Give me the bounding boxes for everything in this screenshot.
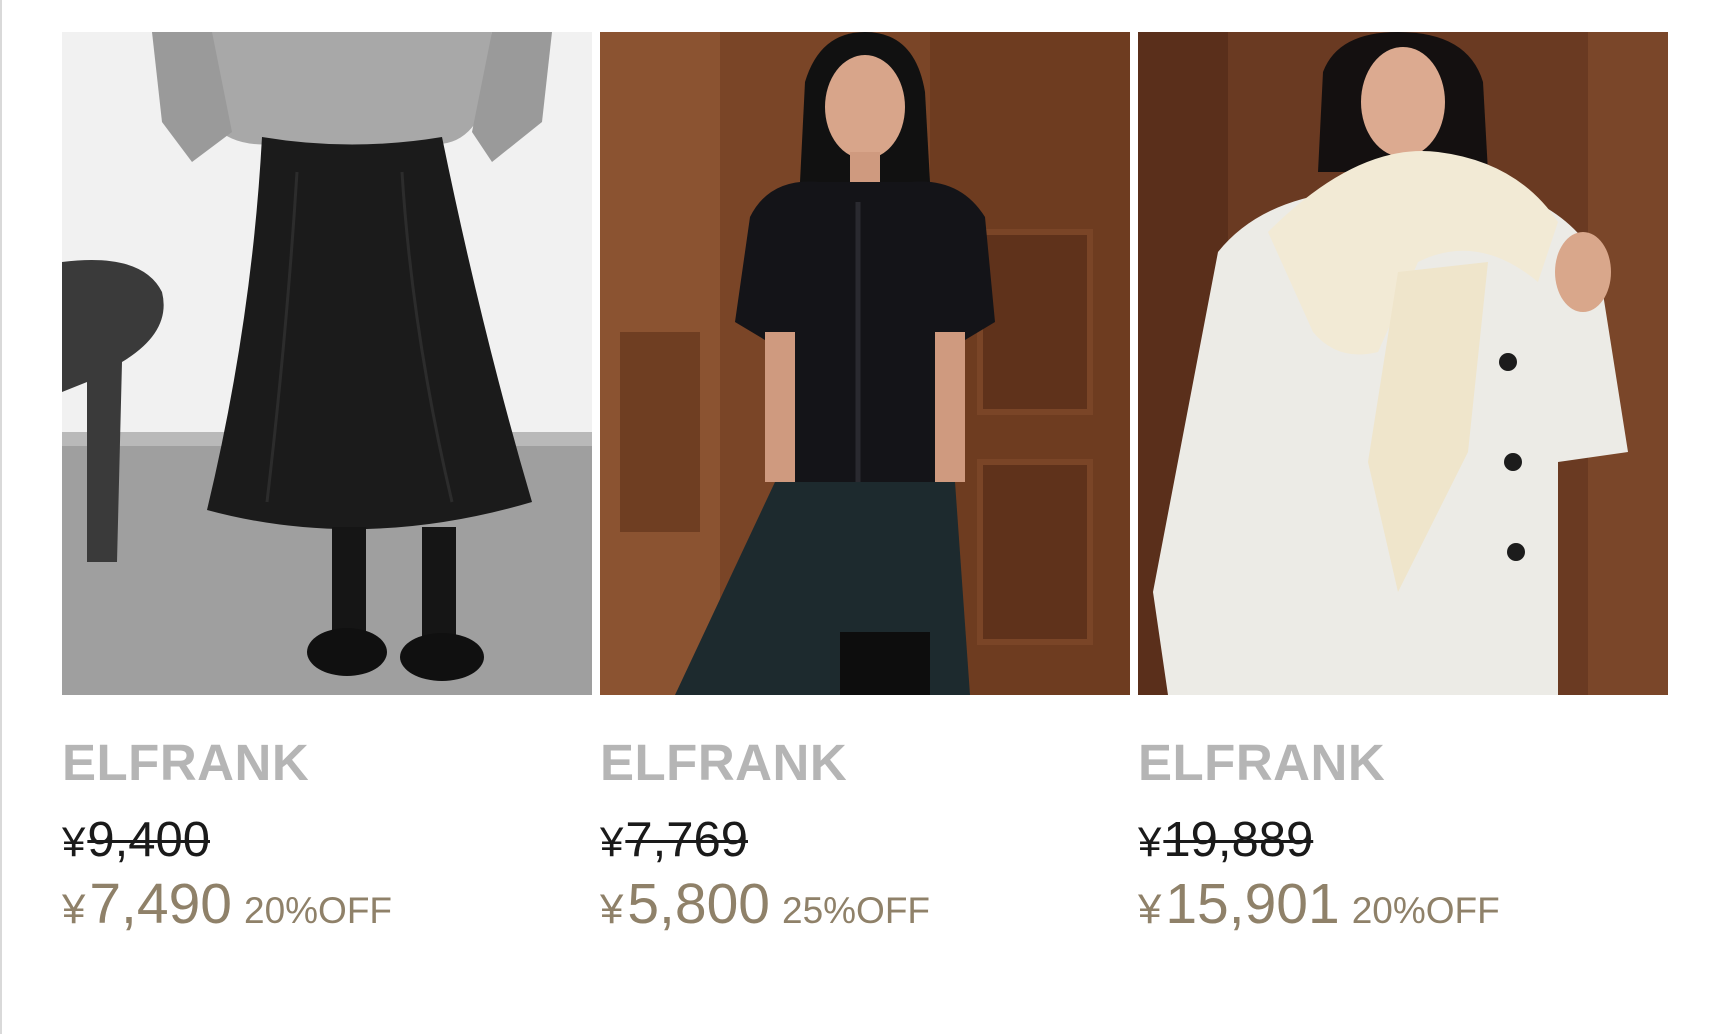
sale-price: ¥15,901 20%OFF (1138, 873, 1668, 942)
sale-price: ¥7,490 20%OFF (62, 873, 592, 942)
currency-symbol: ¥ (62, 885, 86, 932)
original-price: ¥7,769 (600, 813, 1130, 869)
brand-name: ELFRANK (1138, 734, 1386, 791)
currency-symbol: ¥ (600, 818, 624, 865)
jacket-photo (1138, 32, 1668, 695)
sale-price-value: 15,901 (1165, 872, 1340, 936)
brand-name: ELFRANK (62, 734, 310, 791)
discount-badge: 25%OFF (782, 890, 931, 931)
sale-price-value: 5,800 (627, 872, 770, 936)
product-card[interactable]: ELFRANK ¥7,769 ¥5,800 25%OFF (600, 32, 1130, 942)
currency-symbol: ¥ (1138, 885, 1162, 932)
product-card[interactable]: ELFRANK ¥19,889 ¥15,901 20%OFF (1138, 32, 1668, 942)
discount-badge: 20%OFF (244, 890, 393, 931)
original-price: ¥9,400 (62, 813, 592, 869)
product-image[interactable] (600, 32, 1130, 695)
skirt-photo (62, 32, 592, 695)
currency-symbol: ¥ (62, 818, 86, 865)
original-price-value: 7,769 (625, 813, 748, 867)
original-price-value: 19,889 (1163, 813, 1314, 867)
sale-price: ¥5,800 25%OFF (600, 873, 1130, 942)
product-image[interactable] (1138, 32, 1668, 695)
brand-name: ELFRANK (600, 734, 848, 791)
original-price: ¥19,889 (1138, 813, 1668, 869)
currency-symbol: ¥ (600, 885, 624, 932)
original-price-value: 9,400 (87, 813, 210, 867)
left-edge-divider (0, 0, 2, 1034)
product-image[interactable] (62, 32, 592, 695)
top-photo (600, 32, 1130, 695)
sale-price-value: 7,490 (89, 872, 232, 936)
discount-badge: 20%OFF (1351, 890, 1500, 931)
product-card[interactable]: ELFRANK ¥9,400 ¥7,490 20%OFF (62, 32, 592, 942)
currency-symbol: ¥ (1138, 818, 1162, 865)
product-grid: ELFRANK ¥9,400 ¥7,490 20%OFF ELFRANK ¥7,… (62, 32, 1668, 942)
